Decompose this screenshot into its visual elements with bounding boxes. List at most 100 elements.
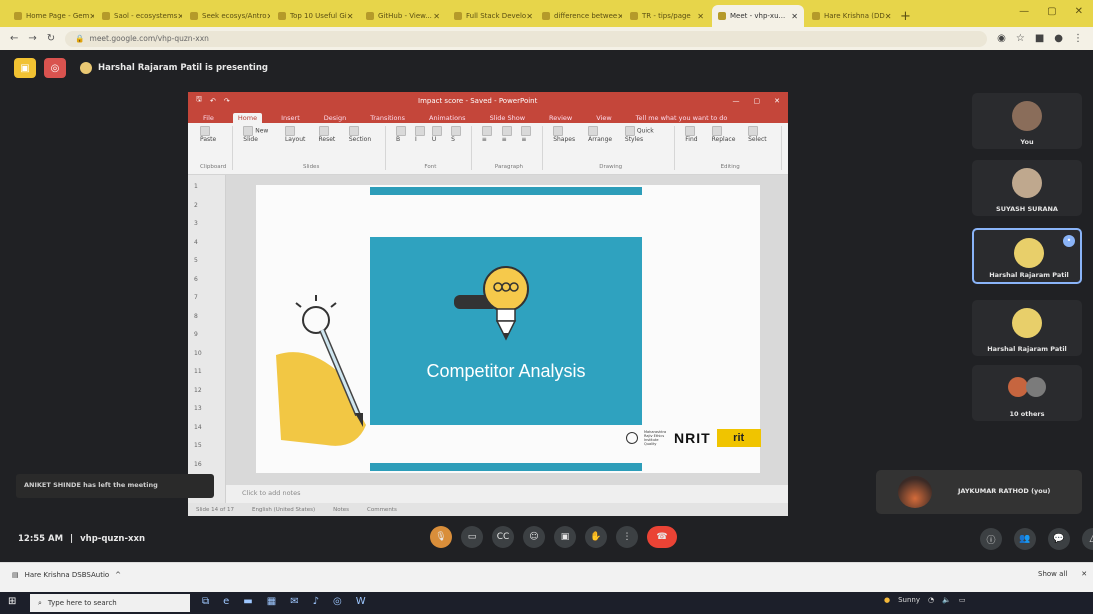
more-options-icon[interactable]: ⋮ xyxy=(616,526,638,548)
slide-thumbnail[interactable]: 2 xyxy=(194,202,198,209)
ppt-tab[interactable]: File xyxy=(198,113,219,123)
redo-icon[interactable]: ↷ xyxy=(224,97,230,105)
store-icon[interactable]: ▦ xyxy=(267,596,276,607)
ribbon-button[interactable]: Quick Styles xyxy=(624,126,668,143)
slide-thumbnail[interactable]: 14 xyxy=(194,424,202,431)
slide-thumbnail[interactable]: 3 xyxy=(194,220,198,227)
ppt-tab[interactable]: Slide Show xyxy=(485,113,530,123)
close-tab-icon[interactable]: ✕ xyxy=(347,12,354,21)
ppt-tab[interactable]: Transitions xyxy=(365,113,410,123)
task-view-icon[interactable]: ⧉ xyxy=(202,596,209,607)
show-all-button[interactable]: Show all xyxy=(1038,570,1067,578)
people-icon[interactable]: 👥 xyxy=(1014,528,1036,550)
participant-tile[interactable]: Harshal Rajaram Patil xyxy=(972,300,1082,356)
present-icon[interactable]: ▣ xyxy=(14,58,36,78)
notes-pane[interactable]: Click to add notes xyxy=(226,485,788,503)
back-icon[interactable]: ← xyxy=(10,33,18,44)
slide-thumbnail[interactable]: 7 xyxy=(194,294,198,301)
browser-tab[interactable]: Saol - ecosystems ✕ xyxy=(96,5,182,27)
slide-thumbnail[interactable]: 10 xyxy=(194,350,202,357)
raise-hand-icon[interactable]: ✋ xyxy=(585,526,607,548)
info-icon[interactable]: ⓘ xyxy=(980,528,1002,550)
close-tab-icon[interactable]: ✕ xyxy=(697,12,704,21)
close-tab-icon[interactable]: ✕ xyxy=(89,12,94,21)
stop-presenting-icon[interactable]: ◎ xyxy=(44,58,66,78)
ppt-tab[interactable]: Animations xyxy=(424,113,471,123)
present-screen-icon[interactable]: ▣ xyxy=(554,526,576,548)
emoji-icon[interactable]: ☺ xyxy=(523,526,545,548)
volume-icon[interactable]: 🔈 xyxy=(942,596,951,604)
slide-thumbnail[interactable]: 5 xyxy=(194,257,198,264)
ribbon-button[interactable]: Select xyxy=(748,126,775,143)
close-tab-icon[interactable]: ✕ xyxy=(177,12,182,21)
ppt-tab[interactable]: Home xyxy=(232,113,263,123)
self-view-tile[interactable]: JAYKUMAR RATHOD (you) xyxy=(876,470,1082,514)
ppt-tab[interactable]: Insert xyxy=(276,113,305,123)
ribbon-button[interactable]: Section xyxy=(348,126,379,143)
slide-thumbnail[interactable]: 15 xyxy=(194,442,202,449)
ribbon-button[interactable]: I xyxy=(414,126,427,143)
ribbon-button[interactable]: Shapes xyxy=(553,126,583,143)
chat-icon[interactable]: 💬 xyxy=(1048,528,1070,550)
chevron-up-icon[interactable]: ^ xyxy=(115,571,121,579)
close-downloads-icon[interactable]: ✕ xyxy=(1081,570,1087,578)
browser-tab[interactable]: Meet - vhp-xu... ✕ xyxy=(712,5,804,27)
status-item[interactable]: Notes xyxy=(333,507,349,513)
activities-icon[interactable]: △ xyxy=(1082,528,1093,550)
slide-thumbnail[interactable]: 4 xyxy=(194,239,198,246)
music-icon[interactable]: ♪ xyxy=(313,596,319,607)
slide-thumbnail[interactable]: 9 xyxy=(194,331,198,338)
end-call-button[interactable]: ☎ xyxy=(647,526,677,548)
participant-tile[interactable]: You xyxy=(972,93,1082,149)
ppt-close-icon[interactable]: ✕ xyxy=(774,97,780,105)
ppt-tab[interactable]: Tell me what you want to do xyxy=(631,113,733,123)
maximize-icon[interactable]: ▢ xyxy=(1047,6,1056,17)
ribbon-button[interactable]: Arrange xyxy=(588,126,620,143)
participant-tile-pinned[interactable]: • Harshal Rajaram Patil xyxy=(972,228,1082,284)
undo-icon[interactable]: ↶ xyxy=(210,97,216,105)
slide-thumbnail[interactable]: 6 xyxy=(194,276,198,283)
slide-thumbnail[interactable]: 8 xyxy=(194,313,198,320)
new-tab-button[interactable]: + xyxy=(900,5,911,27)
chrome-icon[interactable]: ◎ xyxy=(333,596,342,607)
profile-icon[interactable]: ● xyxy=(1054,33,1063,44)
edge-icon[interactable]: e xyxy=(223,596,229,607)
ribbon-button[interactable]: Find xyxy=(685,126,706,143)
ppt-minimize-icon[interactable]: — xyxy=(733,97,740,105)
captions-icon[interactable]: CC xyxy=(492,526,514,548)
ribbon-button[interactable]: Layout xyxy=(284,126,314,143)
menu-icon[interactable]: ⋮ xyxy=(1073,33,1083,44)
star-icon[interactable]: ☆ xyxy=(1016,33,1025,44)
camera-icon[interactable]: ◉ xyxy=(997,33,1006,44)
windows-start-icon[interactable]: ⊞ xyxy=(8,596,16,607)
ppt-tab[interactable]: Review xyxy=(544,113,577,123)
slide-thumbnail[interactable]: 12 xyxy=(194,387,202,394)
close-tab-icon[interactable]: ✕ xyxy=(885,12,892,21)
browser-tab[interactable]: TR - tips/page ✕ xyxy=(624,5,710,27)
slide-thumbnail[interactable]: 1 xyxy=(194,183,198,190)
ribbon-button[interactable]: Paste xyxy=(200,126,226,143)
close-tab-icon[interactable]: ✕ xyxy=(433,12,440,21)
reload-icon[interactable]: ↻ xyxy=(47,33,55,44)
ppt-tab[interactable]: View xyxy=(591,113,616,123)
browser-tab[interactable]: difference betwee ✕ xyxy=(536,5,622,27)
notifications-icon[interactable]: ▭ xyxy=(959,596,966,604)
slide-thumbnail[interactable]: 13 xyxy=(194,405,202,412)
mic-icon[interactable]: 🎙 xyxy=(430,526,452,548)
browser-tab[interactable]: Full Stack Develo ✕ xyxy=(448,5,534,27)
camera-toggle-icon[interactable]: ▭ xyxy=(461,526,483,548)
slide-thumbnail[interactable]: 11 xyxy=(194,368,202,375)
slide-thumbnail[interactable]: 16 xyxy=(194,461,202,468)
word-icon[interactable]: W xyxy=(356,596,366,607)
ribbon-button[interactable]: Reset xyxy=(318,126,344,143)
network-icon[interactable]: ◔ xyxy=(928,596,934,604)
close-tab-icon[interactable]: ✕ xyxy=(791,12,798,21)
minimize-icon[interactable]: — xyxy=(1019,6,1029,17)
ribbon-button[interactable]: Replace xyxy=(711,126,743,143)
download-item[interactable]: ▤ Hare Krishna DSBSAutio ^ xyxy=(12,571,121,579)
url-field[interactable]: 🔒 meet.google.com/vhp-quzn-xxn xyxy=(65,30,988,47)
pin-icon[interactable]: • xyxy=(1063,235,1075,247)
save-icon[interactable]: 🖫 xyxy=(196,95,202,106)
ppt-tab[interactable]: Design xyxy=(319,113,351,123)
extensions-icon[interactable]: ■ xyxy=(1035,33,1044,44)
